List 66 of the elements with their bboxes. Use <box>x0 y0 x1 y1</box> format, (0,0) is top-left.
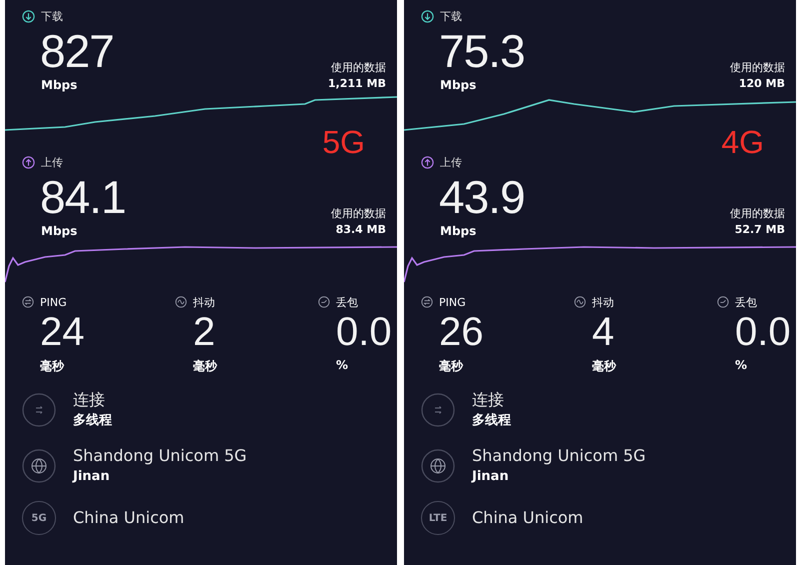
stat-label: 抖动 <box>592 294 614 310</box>
server-location: Jinan <box>472 468 510 486</box>
loss-icon <box>717 296 729 308</box>
connection-mode: 多线程 <box>73 412 112 430</box>
stat-value: 0.0 <box>336 310 392 354</box>
data-used-value: 52.7 MB <box>734 222 785 238</box>
wave-icon <box>574 296 586 308</box>
loss-icon <box>318 296 330 308</box>
ping-icon <box>22 296 34 308</box>
stat-value: 0.0 <box>735 310 791 354</box>
stat-unit: % <box>336 358 348 372</box>
network-badge: 5G <box>22 501 56 535</box>
download-unit: Mbps <box>440 78 476 92</box>
connection-title: 连接 <box>472 389 505 411</box>
stat-value: 4 <box>592 310 614 354</box>
stat-unit: % <box>735 358 748 372</box>
network-badge: LTE <box>421 501 455 535</box>
data-used-value: 120 MB <box>738 76 785 92</box>
data-used-label: 使用的数据 <box>730 60 785 76</box>
stat-unit: 毫秒 <box>439 358 463 375</box>
upload-unit: Mbps <box>440 224 476 238</box>
data-used-label: 使用的数据 <box>331 206 386 222</box>
data-used-value: 1,211 MB <box>328 76 386 92</box>
stat-label: PING <box>439 296 466 308</box>
stat-label: 丢包 <box>336 294 358 310</box>
connections-icon <box>22 393 56 427</box>
upload-speed: 84.1 <box>40 174 126 220</box>
stat-value: 2 <box>193 310 216 354</box>
connection-mode: 多线程 <box>472 412 511 430</box>
data-used-label: 使用的数据 <box>730 206 785 222</box>
stat-label: PING <box>40 296 67 308</box>
network-tag: 5G <box>322 124 365 160</box>
ping-icon <box>421 296 433 308</box>
stat-label: 抖动 <box>193 294 215 310</box>
download-speed: 75.3 <box>439 28 525 74</box>
server-name: Shandong Unicom 5G <box>472 445 646 467</box>
wave-icon <box>175 296 187 308</box>
provider-name: China Unicom <box>73 507 184 529</box>
stat-unit: 毫秒 <box>193 358 217 375</box>
download-icon <box>22 10 35 22</box>
stat-unit: 毫秒 <box>40 358 64 375</box>
globe-icon <box>421 449 455 483</box>
stat-unit: 毫秒 <box>592 358 616 375</box>
upload-label: 上传 <box>41 154 63 170</box>
data-used-value: 83.4 MB <box>336 222 386 238</box>
upload-icon <box>22 156 35 168</box>
download-label: 下载 <box>440 8 462 24</box>
connections-icon <box>421 393 455 427</box>
stat-label: 丢包 <box>735 294 757 310</box>
stat-value: 26 <box>439 310 484 354</box>
provider-name: China Unicom <box>472 507 584 529</box>
server-location: Jinan <box>73 468 111 486</box>
upload-speed: 43.9 <box>439 174 525 220</box>
connection-title: 连接 <box>73 389 106 411</box>
download-icon <box>421 10 434 22</box>
download-speed: 827 <box>40 28 114 74</box>
download-label: 下载 <box>41 8 63 24</box>
network-tag: 4G <box>721 124 764 160</box>
upload-label: 上传 <box>440 154 462 170</box>
server-name: Shandong Unicom 5G <box>73 445 247 467</box>
download-unit: Mbps <box>41 78 78 92</box>
stat-value: 24 <box>40 310 84 354</box>
data-used-label: 使用的数据 <box>331 60 386 76</box>
globe-icon <box>22 449 56 483</box>
upload-icon <box>421 156 434 168</box>
upload-unit: Mbps <box>41 224 78 238</box>
